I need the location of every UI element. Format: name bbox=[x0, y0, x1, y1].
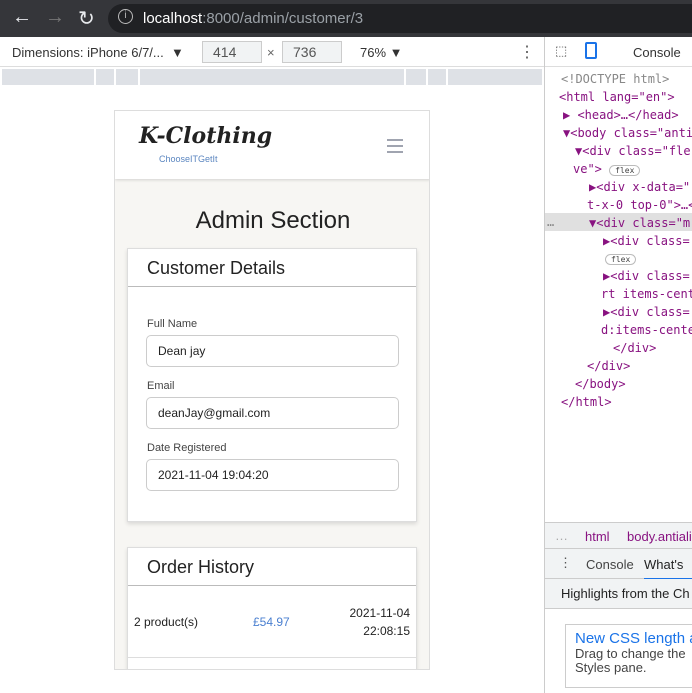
field-label: Email bbox=[147, 380, 175, 392]
device-label: Dimensions: iPhone 6/7/... bbox=[12, 45, 164, 60]
inspect-icon[interactable]: ⬚ bbox=[555, 43, 567, 59]
drawer-tab-whats-new[interactable]: What's bbox=[644, 557, 692, 580]
tip-title[interactable]: New CSS length a bbox=[575, 630, 692, 647]
dom-line[interactable]: t-x-0 top-0">…< bbox=[587, 198, 692, 212]
dom-text: ve"> bbox=[573, 162, 602, 176]
address-bar[interactable]: localhost:8000/admin/customer/3 bbox=[108, 4, 692, 33]
site-header: K-Clothing ChooseITGetIt bbox=[115, 111, 429, 179]
card-title: Customer Details bbox=[128, 249, 416, 287]
dom-line[interactable]: </div> bbox=[613, 341, 656, 355]
drawer-tab-console[interactable]: Console bbox=[586, 557, 634, 572]
back-icon[interactable]: ← bbox=[12, 6, 32, 29]
table-row[interactable]: 2 product(s) £54.97 2021-11-04 22:08:15 bbox=[128, 586, 416, 658]
drawer-tabs: ⋮ Console What's bbox=[545, 549, 692, 580]
info-icon[interactable]: i bbox=[118, 9, 133, 24]
device-toolbar: Dimensions: iPhone 6/7/... ▼ 414 × 736 7… bbox=[0, 37, 544, 67]
device-select[interactable]: Dimensions: iPhone 6/7/... ▼ bbox=[12, 45, 184, 60]
dom-text: <head>…</head> bbox=[577, 108, 679, 122]
card-title: Order History bbox=[128, 548, 416, 586]
field-label: Date Registered bbox=[147, 442, 227, 454]
dom-line[interactable]: ▼<body class="anti bbox=[563, 126, 692, 140]
field-label: Full Name bbox=[147, 318, 198, 330]
order-products: 2 product(s) bbox=[134, 615, 199, 629]
dom-line[interactable]: ▶<div x-data=" bbox=[589, 180, 690, 194]
flex-badge[interactable]: flex bbox=[605, 254, 637, 265]
page-title: Admin Section bbox=[195, 207, 351, 234]
menu-icon[interactable] bbox=[387, 139, 403, 157]
forward-icon[interactable]: → bbox=[45, 6, 65, 29]
breadcrumb-item[interactable]: body.antiali bbox=[627, 529, 692, 544]
dom-line[interactable]: ▶<div class= bbox=[603, 234, 690, 248]
flex-badge[interactable]: flex bbox=[609, 165, 641, 176]
email-field[interactable]: deanJay@gmail.com bbox=[146, 397, 399, 429]
order-total[interactable]: £54.97 bbox=[253, 615, 290, 629]
height-input[interactable]: 736 bbox=[282, 41, 342, 63]
dom-line[interactable]: ▼<div class="fle bbox=[575, 144, 691, 158]
dom-text: <div class= bbox=[610, 234, 690, 248]
zoom-label: 76% bbox=[360, 45, 387, 60]
more-icon[interactable]: … bbox=[547, 215, 554, 229]
times-sign: × bbox=[267, 45, 275, 60]
dom-line[interactable]: flex bbox=[605, 251, 637, 265]
devtools-tabs: ⬚ Console bbox=[545, 37, 692, 67]
dom-line[interactable]: ▼<div class="m bbox=[589, 216, 690, 230]
order-time: 22:08:15 bbox=[363, 624, 410, 638]
whats-new-card[interactable]: New CSS length a Drag to change the Styl… bbox=[565, 624, 692, 688]
dom-line[interactable]: rt items-cent bbox=[601, 287, 692, 301]
media-query-bar[interactable] bbox=[0, 67, 544, 87]
logo[interactable]: K-Clothing bbox=[139, 123, 272, 149]
page-frame: K-Clothing ChooseITGetIt Admin Section C… bbox=[114, 110, 430, 670]
dom-line[interactable]: ▶<div class= bbox=[603, 305, 690, 319]
order-date: 2021-11-04 bbox=[349, 606, 411, 620]
devtools-panel: ⬚ Console <!DOCTYPE html> <html lang="en… bbox=[544, 37, 692, 693]
dom-text: <div class="fle bbox=[582, 144, 691, 158]
highlights-header: Highlights from the Ch bbox=[545, 579, 692, 609]
breadcrumb-item[interactable]: html bbox=[585, 529, 610, 544]
dom-line[interactable]: ve"> flex bbox=[573, 162, 641, 176]
dom-text: <div class= bbox=[610, 305, 690, 319]
tip-text: Drag to change the Styles pane. bbox=[575, 646, 686, 675]
width-input[interactable]: 414 bbox=[202, 41, 262, 63]
dom-line[interactable]: <!DOCTYPE html> bbox=[561, 72, 669, 86]
full-name-field[interactable]: Dean jay bbox=[146, 335, 399, 367]
dom-line[interactable]: ▶<div class= bbox=[603, 269, 690, 283]
breadcrumb: … html body.antiali bbox=[545, 522, 692, 549]
dom-line[interactable]: </div> bbox=[587, 359, 630, 373]
drawer-menu-icon[interactable]: ⋮ bbox=[559, 555, 572, 571]
order-history-card: Order History 2 product(s) £54.97 2021-1… bbox=[127, 547, 417, 669]
customer-details-card: Customer Details Full Name Dean jay Emai… bbox=[127, 248, 417, 522]
browser-toolbar: ← → ↻ localhost:8000/admin/customer/3 i bbox=[0, 0, 692, 37]
url-host: localhost bbox=[143, 10, 203, 27]
tab-console[interactable]: Console bbox=[633, 45, 681, 60]
tagline: ChooseITGetIt bbox=[159, 154, 218, 164]
dom-line[interactable]: </body> bbox=[575, 377, 626, 391]
url-path: :8000/admin/customer/3 bbox=[202, 10, 364, 27]
dom-text: <div class="m bbox=[596, 216, 691, 230]
dom-line[interactable]: ▶ <head>…</head> bbox=[563, 108, 679, 122]
dom-line[interactable]: </html> bbox=[561, 395, 612, 409]
dom-text: <div class= bbox=[610, 269, 690, 283]
device-toggle-icon[interactable] bbox=[585, 42, 597, 59]
dom-text: <div x-data=" bbox=[596, 180, 691, 194]
dom-line[interactable]: <html lang="en"> bbox=[559, 90, 675, 104]
dom-text: <body class="anti bbox=[570, 126, 692, 140]
date-registered-field[interactable]: 2021-11-04 19:04:20 bbox=[146, 459, 399, 491]
more-icon[interactable]: ⋮ bbox=[519, 42, 535, 62]
dom-line[interactable]: d:items-cente bbox=[601, 323, 692, 337]
reload-icon[interactable]: ↻ bbox=[78, 6, 95, 31]
zoom-select[interactable]: 76% ▼ bbox=[360, 45, 403, 60]
